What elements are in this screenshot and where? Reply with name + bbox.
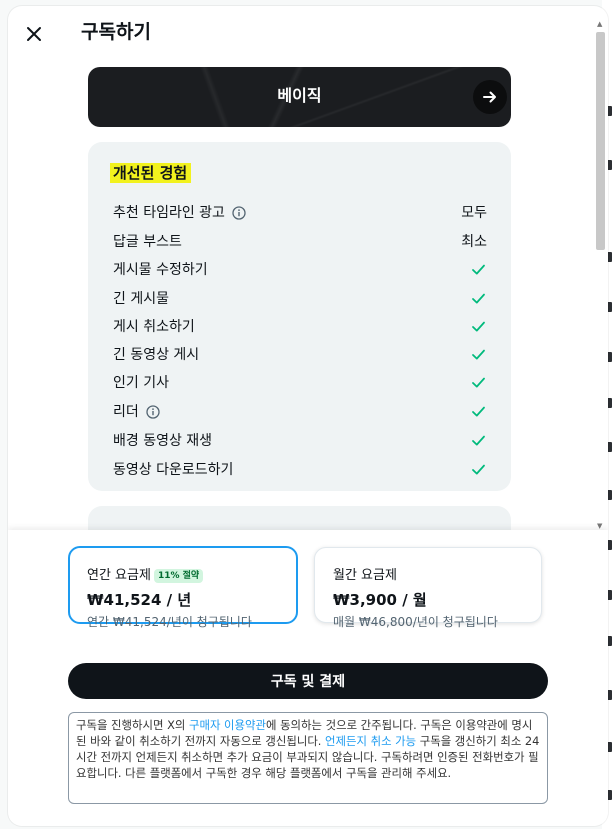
annual-plan-price: ₩41,524 / 년 — [87, 591, 192, 609]
subscribe-modal: 구독하기 ▲ ▼ 베이직 개선된 경험 추천 타임라인 광고 모두답글 부스트 최소… — [8, 6, 608, 826]
annual-plan-option[interactable]: 연간 요금제 11% 절약 ₩41,524 / 년 연간 ₩41,524/년이 … — [68, 546, 298, 629]
monthly-plan-note: 매월 ₩46,800/년이 청구됩니다 — [333, 615, 498, 629]
buyer-terms-link[interactable]: 구매자 이용약관 — [189, 718, 266, 732]
monthly-plan-price: ₩3,900 / 월 — [333, 591, 427, 609]
annual-plan-title: 연간 요금제 11% 절약 — [87, 568, 204, 584]
feature-label: 동영상 다운로드하기 — [113, 461, 233, 479]
feature-label-text: 동영상 다운로드하기 — [113, 462, 234, 478]
plan-name: 베이직 — [277, 86, 322, 105]
feature-list-card: 개선된 경험 추천 타임라인 광고 모두답글 부스트 최소게시물 수정하기긴 게시물… — [88, 142, 511, 491]
feature-row: 배경 동영상 재생 — [113, 430, 487, 452]
feature-row: 긴 동영상 게시 — [113, 344, 487, 366]
monthly-plan-label: 월간 요금제 — [333, 568, 397, 583]
feature-value: 모두 — [461, 205, 487, 221]
terms-text-1: 구독을 진행하시면 X의 — [76, 718, 189, 732]
feature-label: 긴 게시물 — [113, 290, 169, 308]
feature-label: 긴 동영상 게시 — [113, 346, 199, 364]
feature-row: 긴 게시물 — [113, 288, 487, 310]
feature-row: 게시 취소하기 — [113, 316, 487, 338]
feature-label: 인기 기사 — [113, 374, 169, 392]
feature-label: 배경 동영상 재생 — [113, 432, 212, 450]
feature-row: 동영상 다운로드하기 — [113, 459, 487, 481]
checkmark-icon — [471, 319, 486, 338]
feature-label-text: 추천 타임라인 광고 — [113, 205, 225, 221]
subscribe-and-pay-button[interactable]: 구독 및 결제 — [68, 663, 548, 699]
checkmark-icon — [471, 404, 486, 423]
scroll-up-arrow-icon[interactable]: ▲ — [597, 20, 602, 28]
annual-plan-note: 연간 ₩41,524/년이 청구됩니다 — [87, 615, 252, 629]
feature-label-text: 배경 동영상 재생 — [113, 433, 213, 449]
arrow-right-icon — [483, 91, 496, 103]
checkout-footer: 연간 요금제 11% 절약 ₩41,524 / 년 연간 ₩41,524/년이 … — [8, 530, 608, 826]
close-button[interactable] — [19, 19, 49, 49]
feature-label-text: 게시 취소하기 — [113, 319, 195, 335]
modal-title: 구독하기 — [81, 21, 151, 43]
checkmark-icon — [471, 462, 486, 481]
cancel-anytime-link[interactable]: 언제든지 취소 가능 — [325, 734, 416, 748]
monthly-plan-option[interactable]: 월간 요금제 ₩3,900 / 월 매월 ₩46,800/년이 청구됩니다 — [314, 547, 542, 629]
scrollbar-thumb[interactable] — [596, 32, 605, 250]
feature-label: 추천 타임라인 광고 — [113, 204, 246, 222]
feature-row: 인기 기사 — [113, 372, 487, 394]
info-icon[interactable] — [146, 405, 160, 419]
checkmark-icon — [471, 262, 486, 281]
feature-value: 최소 — [461, 234, 487, 250]
feature-label-text: 리더 — [113, 404, 139, 420]
feature-label-text: 답글 부스트 — [113, 234, 182, 250]
scroll-down-arrow-icon[interactable]: ▼ — [597, 522, 602, 530]
checkmark-icon — [471, 375, 486, 394]
feature-label: 리더 — [113, 403, 160, 421]
feature-row: 답글 부스트 최소 — [113, 231, 487, 253]
feature-label: 게시 취소하기 — [113, 318, 195, 336]
feature-row: 게시물 수정하기 — [113, 259, 487, 281]
checkmark-icon — [471, 347, 486, 366]
feature-label-text: 인기 기사 — [113, 375, 169, 391]
monthly-plan-title: 월간 요금제 — [333, 568, 397, 584]
feature-label: 답글 부스트 — [113, 233, 182, 251]
feature-row: 추천 타임라인 광고 모두 — [113, 202, 487, 224]
checkmark-icon — [471, 433, 486, 452]
info-icon[interactable] — [232, 206, 246, 220]
feature-row: 리더 — [113, 401, 487, 423]
feature-label: 게시물 수정하기 — [113, 261, 208, 279]
feature-label-text: 게시물 수정하기 — [113, 262, 208, 278]
plan-next-button[interactable] — [473, 80, 507, 114]
modal-header: 구독하기 — [8, 6, 608, 58]
plan-selector-basic[interactable]: 베이직 — [88, 67, 511, 127]
scrollbar[interactable]: ▲ ▼ — [595, 20, 606, 530]
feature-label-text: 긴 동영상 게시 — [113, 347, 200, 363]
annual-plan-label: 연간 요금제 — [87, 568, 151, 583]
checkmark-icon — [471, 291, 486, 310]
terms-notice: 구독을 진행하시면 X의 구매자 이용약관에 동의하는 것으로 간주됩니다. 구… — [68, 712, 548, 804]
savings-badge: 11% 절약 — [153, 569, 204, 583]
close-icon — [27, 27, 41, 41]
feature-heading: 개선된 경험 — [110, 163, 192, 183]
feature-label-text: 긴 게시물 — [113, 291, 169, 307]
